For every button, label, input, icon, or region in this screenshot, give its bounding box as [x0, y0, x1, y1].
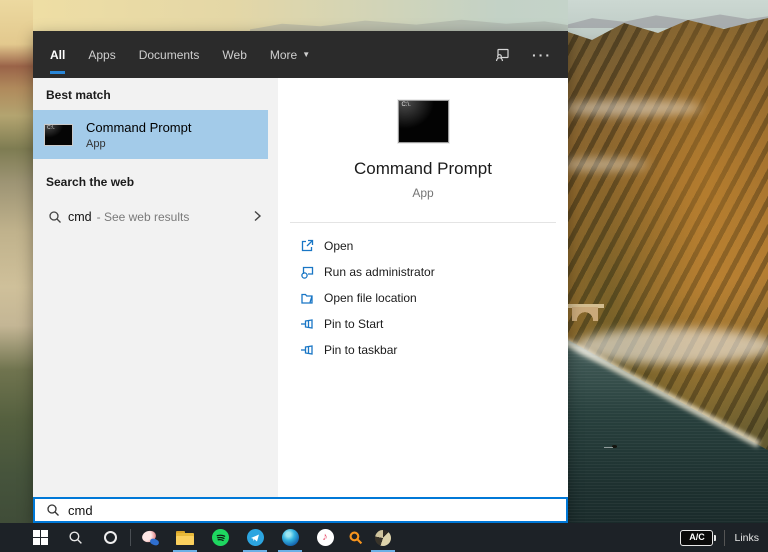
tab-all[interactable]: All [50, 31, 66, 78]
result-title: Command Prompt [86, 119, 192, 135]
clock-app-button[interactable] [370, 523, 396, 552]
file-location-icon [300, 291, 315, 305]
file-explorer-icon [176, 530, 194, 545]
tab-apps-label: Apps [88, 47, 116, 62]
result-preview-pane: Command Prompt App Open [278, 78, 568, 497]
pin-to-taskbar-icon [300, 343, 315, 357]
wallpaper-fog [562, 100, 702, 116]
taskbar: ♪ A/C Links [0, 523, 768, 552]
music-app-icon: ♪ [316, 529, 334, 546]
pin-to-start-icon [300, 317, 315, 331]
search-icon [47, 504, 59, 516]
wallpaper-boat-wake [604, 447, 613, 448]
feedback-icon[interactable] [494, 47, 510, 63]
battery-indicator[interactable]: A/C [680, 529, 717, 546]
search-web-section-label: Search the web [46, 175, 135, 189]
web-hint-text: - See web results [96, 210, 190, 224]
wallpaper-right-strip [554, 0, 768, 552]
start-button[interactable] [27, 523, 53, 552]
taskbar-search-button[interactable] [62, 523, 88, 552]
cmd-terminal-icon-large [397, 100, 449, 143]
tab-more-label: More [269, 47, 298, 62]
open-icon [300, 239, 315, 253]
cortana-button[interactable] [97, 523, 123, 552]
links-toolbar-label[interactable]: Links [734, 532, 759, 544]
taskbar-search-box[interactable] [33, 497, 568, 523]
wallpaper-far-ridge [568, 14, 768, 28]
search-results-list: Best match Command Prompt App Search the… [33, 78, 278, 497]
spotify-icon [211, 529, 229, 546]
action-pin-to-taskbar[interactable]: Pin to taskbar [300, 337, 568, 363]
clock-app-icon [375, 529, 391, 546]
start-icon [32, 530, 48, 545]
taskbar-separator [130, 529, 131, 546]
search-flyout-panel: All Apps Documents Web More ▼ ··· Best m… [33, 31, 568, 523]
cortana-icon [103, 531, 117, 544]
tab-web-label: Web [222, 47, 247, 62]
search-tool-button[interactable] [342, 523, 368, 552]
file-explorer-button[interactable] [172, 523, 198, 552]
wallpaper-fog [554, 158, 649, 171]
action-list: Open Run as administrator Open file loca… [278, 223, 568, 363]
telegram-button[interactable] [242, 523, 268, 552]
wallpaper-distant-mountains [250, 19, 570, 31]
tab-more[interactable]: More ▼ [270, 31, 310, 78]
web-result-row[interactable]: cmd - See web results [33, 199, 278, 235]
wallpaper-coast-fog [574, 328, 768, 364]
tab-documents[interactable]: Documents [139, 31, 200, 78]
more-options-icon[interactable]: ··· [532, 47, 552, 63]
pinned-app-button[interactable] [137, 523, 163, 552]
search-tool-icon [349, 531, 362, 545]
run-as-admin-icon [300, 265, 315, 279]
spotify-button[interactable] [207, 523, 233, 552]
tab-documents-label: Documents [138, 47, 200, 62]
telegram-icon [246, 529, 264, 546]
best-match-section-label: Best match [46, 88, 111, 102]
edge-button[interactable] [277, 523, 303, 552]
tab-apps[interactable]: Apps [88, 31, 115, 78]
preview-title: Command Prompt [354, 159, 492, 178]
chevron-down-icon: ▼ [302, 50, 311, 59]
action-run-as-administrator[interactable]: Run as administrator [300, 259, 568, 285]
pinned-app-icon [140, 528, 160, 546]
action-open[interactable]: Open [300, 233, 568, 259]
best-match-result-row[interactable]: Command Prompt App [33, 110, 268, 159]
wallpaper-bridge [568, 304, 604, 322]
action-open-file-location[interactable]: Open file location [300, 285, 568, 311]
web-query-text: cmd [68, 210, 92, 224]
preview-subtitle: App [412, 186, 434, 200]
tab-web[interactable]: Web [222, 31, 246, 78]
tab-all-label: All [50, 47, 66, 62]
edge-icon [281, 529, 299, 546]
system-tray: A/C Links [680, 523, 768, 552]
tray-separator [724, 529, 726, 546]
cmd-terminal-icon [44, 123, 73, 146]
search-input[interactable] [68, 502, 566, 518]
music-app-button[interactable]: ♪ [312, 523, 338, 552]
search-icon [68, 531, 82, 544]
action-pin-to-start[interactable]: Pin to Start [300, 311, 568, 337]
wallpaper-left-strip [0, 0, 33, 552]
search-filter-tabs-bar: All Apps Documents Web More ▼ ··· [33, 31, 568, 78]
chevron-right-icon[interactable] [250, 209, 264, 228]
search-icon [48, 210, 62, 224]
result-subtitle: App [86, 137, 106, 150]
